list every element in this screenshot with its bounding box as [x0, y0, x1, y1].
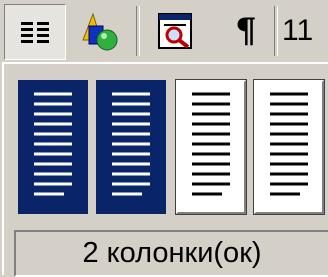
pilcrow-icon: ¶ — [235, 11, 257, 51]
text-lines-icon — [270, 92, 308, 196]
text-lines-icon — [112, 92, 150, 196]
columns-button[interactable] — [4, 4, 66, 60]
drawing-icon — [82, 12, 118, 51]
columns-option-4[interactable] — [253, 79, 325, 215]
document-map-button[interactable] — [148, 4, 204, 58]
columns-option-2[interactable] — [96, 80, 166, 214]
text-lines-icon — [34, 92, 72, 196]
columns-option-3[interactable] — [175, 79, 247, 215]
columns-status-label: 2 колонки(ок) — [14, 230, 328, 277]
toolbar-separator — [274, 6, 278, 56]
drawing-button[interactable] — [68, 4, 130, 58]
document-map-icon — [158, 13, 192, 49]
formatting-toolbar: ¶ 11 — [0, 0, 328, 62]
columns-option-1[interactable] — [18, 80, 88, 214]
text-lines-icon — [192, 92, 230, 196]
columns-dropdown: 2 колонки(ок) — [2, 62, 328, 277]
toolbar-separator — [136, 6, 140, 56]
show-formatting-button[interactable]: ¶ — [222, 4, 270, 58]
columns-icon — [21, 22, 49, 43]
font-size-field[interactable]: 11 — [282, 8, 313, 54]
